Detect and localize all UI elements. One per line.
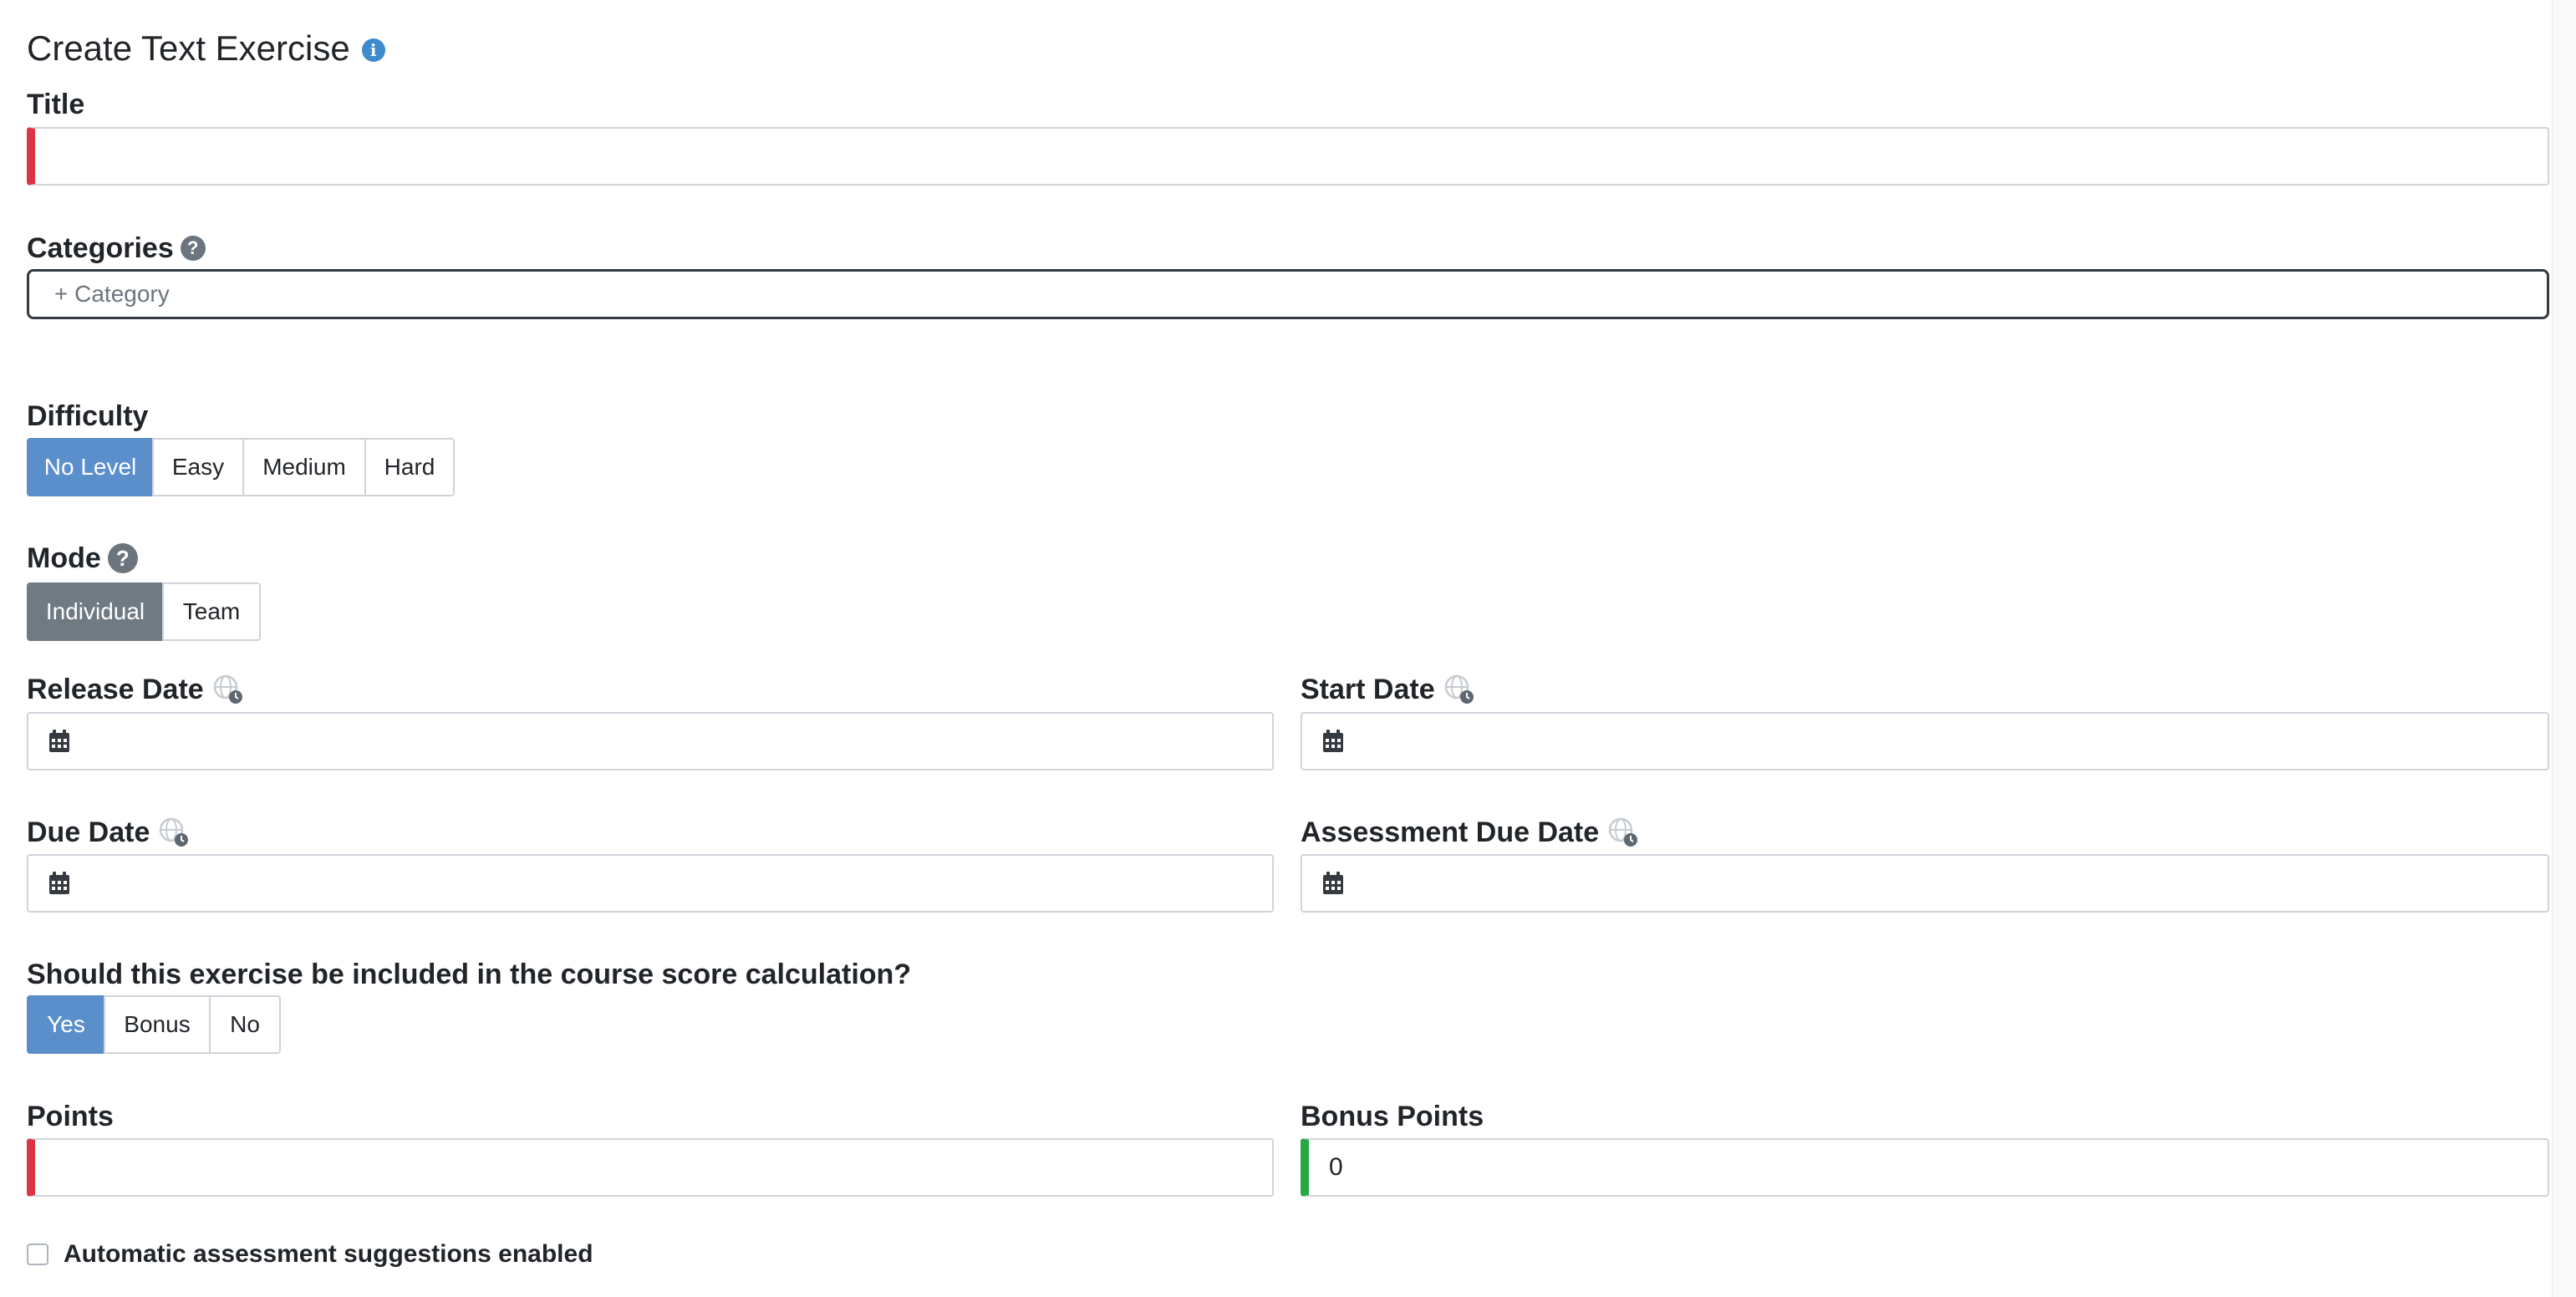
difficulty-button-group: No Level Easy Medium Hard (27, 438, 455, 496)
timezone-globe-icon (158, 816, 190, 848)
difficulty-label-text: Difficulty (27, 400, 149, 432)
timezone-globe-icon (1443, 674, 1475, 705)
title-label: Title (27, 87, 84, 122)
due-date-label-text: Due Date (27, 816, 150, 848)
auto-assessment-label: Automatic assessment suggestions enabled (64, 1240, 593, 1268)
release-date-input[interactable] (27, 712, 1274, 771)
mode-button-group: Individual Team (27, 582, 261, 641)
course-score-yes-button[interactable]: Yes (27, 995, 105, 1054)
categories-placeholder: + Category (54, 281, 170, 307)
difficulty-hard-button[interactable]: Hard (364, 438, 455, 496)
course-score-no-button[interactable]: No (209, 995, 281, 1054)
due-date-label: Due Date (27, 815, 190, 850)
assessment-due-date-label: Assessment Due Date (1301, 815, 1639, 850)
bonus-points-input[interactable]: 0 (1301, 1138, 2549, 1197)
auto-assessment-checkbox[interactable] (27, 1244, 48, 1265)
course-score-label: Should this exercise be included in the … (27, 957, 911, 992)
points-label: Points (27, 1099, 114, 1134)
release-date-label: Release Date (27, 672, 244, 707)
categories-input[interactable]: + Category (27, 269, 2549, 319)
mode-label: Mode ? (27, 541, 138, 576)
vertical-scrollbar[interactable] (2552, 0, 2576, 1297)
difficulty-label: Difficulty (27, 399, 148, 434)
auto-assessment-row[interactable]: Automatic assessment suggestions enabled (27, 1240, 593, 1269)
mode-individual-button[interactable]: Individual (27, 582, 164, 641)
points-input[interactable] (27, 1138, 1274, 1197)
calendar-icon[interactable] (47, 729, 72, 754)
calendar-icon[interactable] (1321, 729, 1346, 754)
start-date-label-text: Start Date (1301, 674, 1435, 705)
bonus-points-label: Bonus Points (1301, 1099, 1484, 1134)
difficulty-easy-button[interactable]: Easy (152, 438, 244, 496)
assessment-due-date-input[interactable] (1301, 854, 2549, 913)
release-date-label-text: Release Date (27, 674, 204, 705)
create-text-exercise-page: Create Text Exercise i Title Categories … (0, 0, 2576, 1297)
mode-label-text: Mode (27, 542, 101, 574)
difficulty-medium-button[interactable]: Medium (242, 438, 366, 496)
points-label-text: Points (27, 1101, 114, 1132)
calendar-icon[interactable] (47, 871, 72, 896)
help-icon[interactable]: ? (180, 236, 206, 261)
bonus-points-label-text: Bonus Points (1301, 1101, 1484, 1132)
course-score-bonus-button[interactable]: Bonus (104, 995, 211, 1054)
timezone-globe-icon (1607, 816, 1639, 848)
due-date-input[interactable] (27, 854, 1274, 913)
course-score-button-group: Yes Bonus No (27, 995, 281, 1054)
start-date-label: Start Date (1301, 672, 1475, 707)
page-title: Create Text Exercise i (27, 25, 385, 72)
bonus-points-input-value: 0 (1329, 1153, 1343, 1181)
mode-team-button[interactable]: Team (162, 582, 261, 641)
title-label-text: Title (27, 89, 85, 120)
course-score-label-text: Should this exercise be included in the … (27, 959, 912, 990)
difficulty-no-level-button[interactable]: No Level (27, 438, 154, 496)
title-input[interactable] (27, 127, 2549, 186)
info-icon[interactable]: i (361, 38, 385, 62)
assessment-due-date-label-text: Assessment Due Date (1301, 816, 1600, 848)
categories-label-text: Categories (27, 232, 174, 264)
categories-label: Categories ? (27, 231, 206, 266)
page-title-text: Create Text Exercise (27, 28, 350, 68)
timezone-globe-icon (212, 674, 244, 705)
start-date-input[interactable] (1301, 712, 2549, 771)
help-icon[interactable]: ? (107, 543, 138, 573)
calendar-icon[interactable] (1321, 871, 1346, 896)
